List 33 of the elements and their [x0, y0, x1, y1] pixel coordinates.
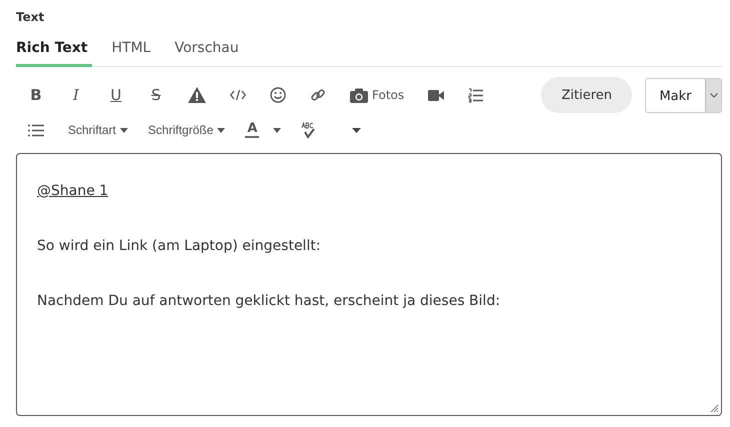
paragraph: So wird ein Link (am Laptop) eingestellt:: [37, 237, 322, 256]
resize-handle-icon[interactable]: [710, 404, 719, 413]
bullet-list-icon[interactable]: [28, 124, 44, 136]
chevron-down-icon: [710, 92, 718, 98]
macro-select[interactable]: Makr: [645, 78, 722, 112]
field-label: Text: [16, 9, 46, 26]
editor-area[interactable]: @Shane 1 So wird ein Link (am Laptop) eingestellt: Nachdem Du auf antworten geklickt hast, erscheint ja dieses Bild:: [16, 153, 722, 416]
mention-link[interactable]: @Shane 1: [37, 183, 108, 199]
tab[interactable]: HTML: [112, 40, 155, 67]
text-color-button[interactable]: A: [245, 122, 282, 138]
camera-icon: [350, 88, 368, 102]
link-icon[interactable]: [310, 87, 326, 103]
quote-button[interactable]: Zitieren: [541, 77, 632, 113]
photos-button[interactable]: Fotos: [350, 88, 404, 102]
font-dropdown[interactable]: Schriftart: [68, 123, 128, 137]
tab[interactable]: Vorschau: [174, 40, 243, 67]
code-icon[interactable]: [230, 89, 246, 101]
caret-icon: [217, 128, 226, 132]
caret-icon: [120, 128, 128, 132]
bold-button[interactable]: B: [28, 86, 44, 104]
smiley-icon[interactable]: [270, 87, 286, 103]
font-dropdown[interactable]: Schriftgröße: [148, 123, 226, 137]
warning-icon[interactable]: [188, 87, 206, 103]
video-camera-icon[interactable]: [428, 90, 444, 100]
italic-button[interactable]: I: [68, 86, 84, 104]
caret-icon[interactable]: [352, 128, 362, 132]
numbered-list-icon[interactable]: [468, 88, 484, 102]
paragraph: Nachdem Du auf antworten geklickt hast, erscheint ja dieses Bild:: [37, 292, 502, 311]
strikethrough-button[interactable]: S: [148, 86, 164, 104]
underline-button[interactable]: U: [108, 86, 124, 104]
tab[interactable]: Rich Text: [16, 40, 92, 67]
spellcheck-icon[interactable]: [301, 122, 316, 138]
caret-icon: [273, 128, 282, 132]
